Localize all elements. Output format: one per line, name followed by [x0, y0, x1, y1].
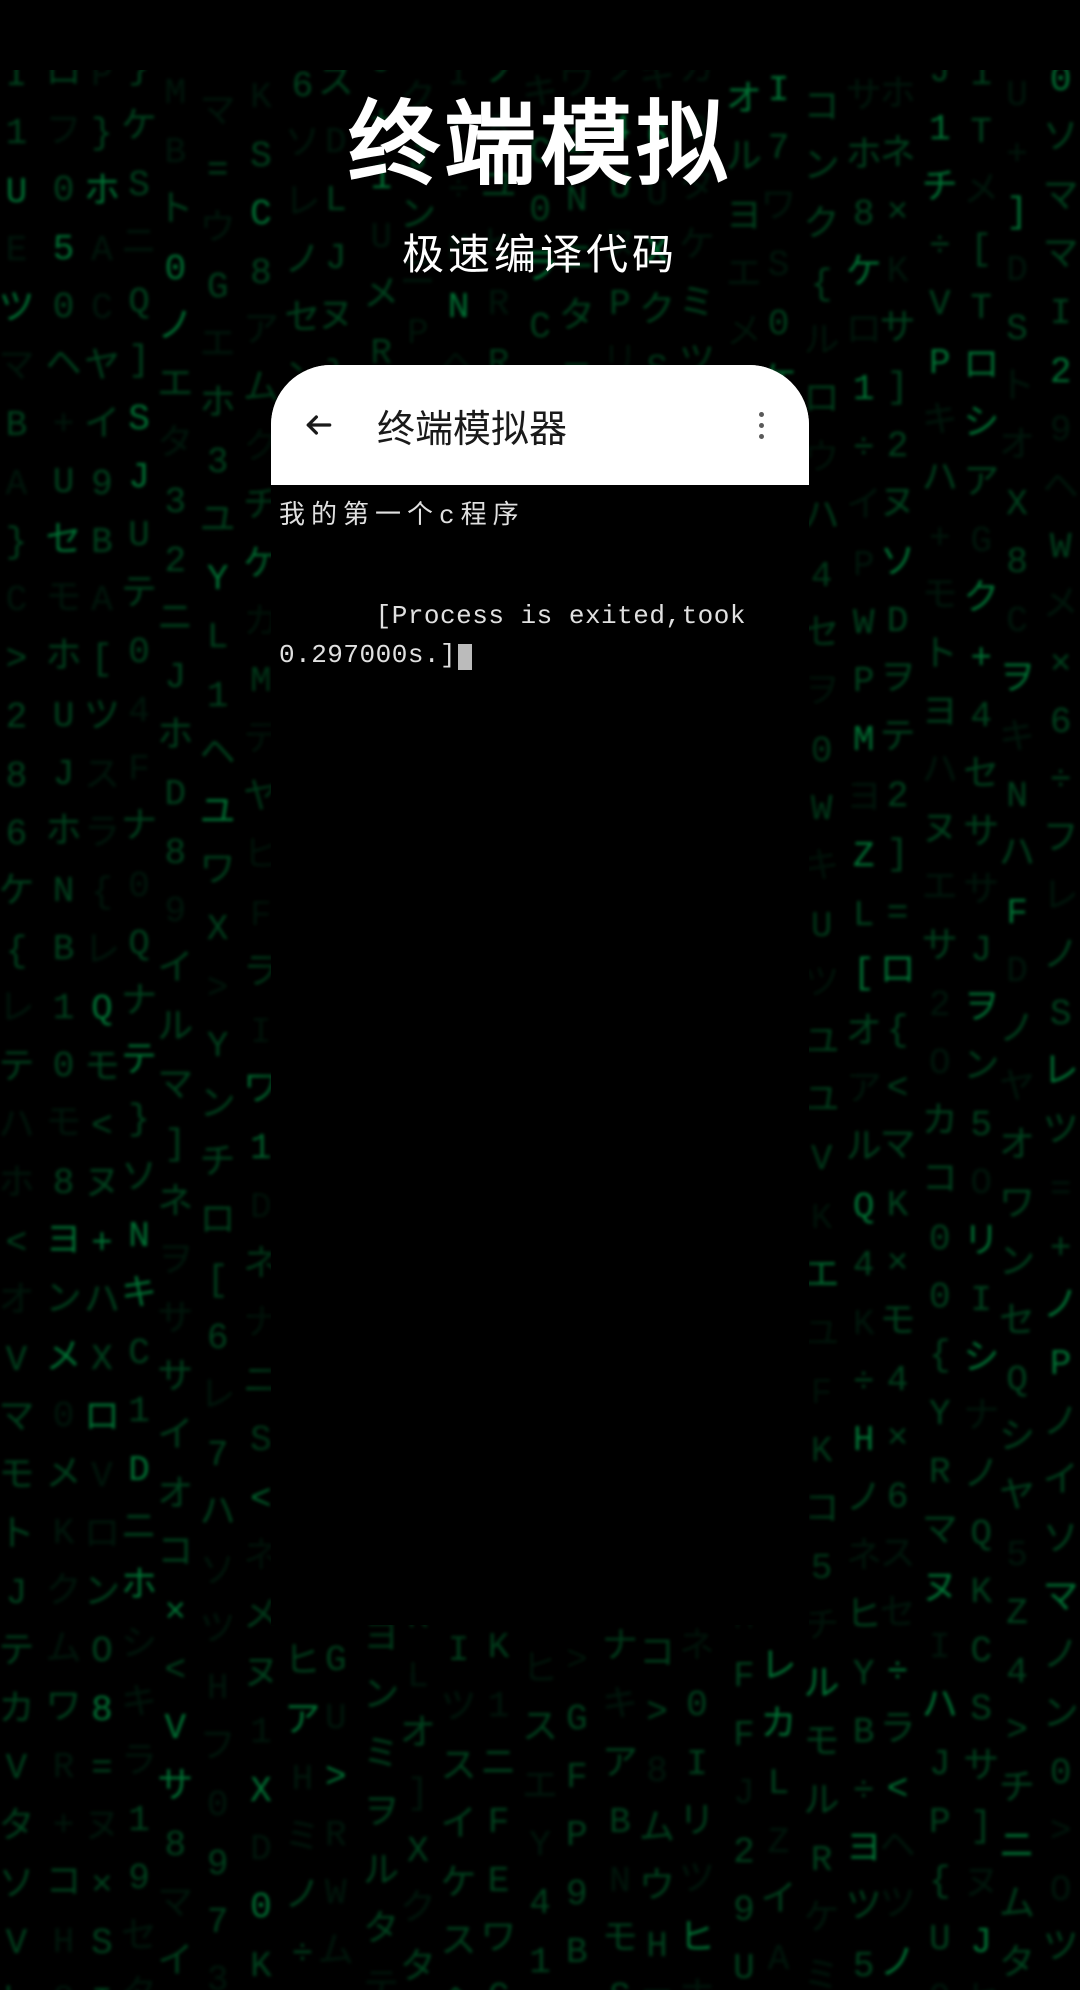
- app-bar-title: 终端模拟器: [377, 398, 567, 453]
- app-bar: 终端模拟器: [271, 365, 809, 485]
- back-icon[interactable]: [301, 407, 337, 443]
- terminal-output[interactable]: 我的第一个c程序 [Process is exited,took 0.29700…: [271, 485, 809, 1625]
- terminal-line-2: [Process is exited,took 0.297000s.]: [279, 558, 801, 714]
- page-title: 终端模拟: [0, 70, 1080, 203]
- page-subtitle: 极速编译代码: [0, 221, 1080, 282]
- cursor-icon: [458, 644, 472, 670]
- terminal-line-1: 我的第一个c程序: [279, 497, 801, 536]
- more-vertical-icon[interactable]: [743, 407, 779, 443]
- phone-mockup: 终端模拟器 我的第一个c程序 [Process is exited,took 0…: [271, 365, 809, 1625]
